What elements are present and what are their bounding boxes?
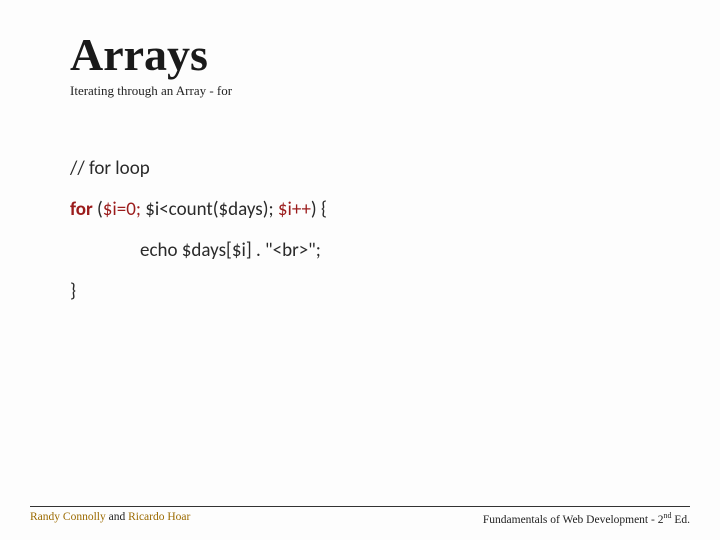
slide: Arrays Iterating through an Array - for … [0,0,720,540]
for-init: $i=0; [103,198,141,221]
author-and: and [106,511,128,523]
for-cond: $i<count($days); [141,198,278,221]
book-prefix: Fundamentals of Web Development - 2 [483,514,664,526]
footer-row: Randy Connolly and Ricardo Hoar Fundamen… [30,511,690,526]
footer-authors: Randy Connolly and Ricardo Hoar [30,511,190,526]
author-2: Ricardo Hoar [128,511,190,523]
paren-close: ) { [311,198,327,221]
page-subtitle: Iterating through an Array - for [70,83,650,99]
author-1: Randy Connolly [30,511,106,523]
book-suffix: Ed. [671,514,690,526]
keyword-for: for [70,198,93,221]
code-block: // for loop for ($i=0; $i<count($days); … [70,159,650,301]
code-comment: // for loop [70,159,650,178]
code-body: echo $days[$i] . "<br>"; [70,241,650,260]
footer-book: Fundamentals of Web Development - 2nd Ed… [483,511,690,526]
paren-open: ( [93,198,103,221]
code-close: } [70,282,650,301]
for-incr: $i++ [278,198,311,221]
code-for-header: for ($i=0; $i<count($days); $i++) { [70,200,650,219]
footer: Randy Connolly and Ricardo Hoar Fundamen… [30,506,690,526]
page-title: Arrays [70,28,650,81]
footer-rule [30,506,690,507]
